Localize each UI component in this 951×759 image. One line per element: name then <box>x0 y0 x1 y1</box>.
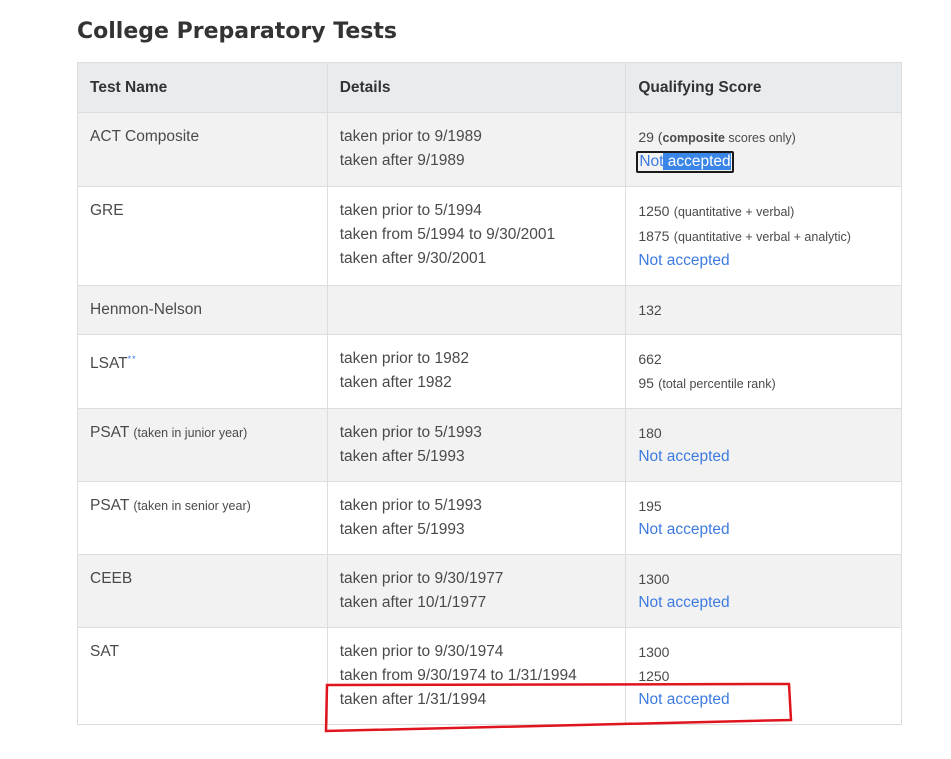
score-line: 195 <box>638 498 662 514</box>
test-name: Henmon-Nelson <box>90 301 202 318</box>
score-line: 1875 (quantitative + verbal + analytic) <box>638 228 851 244</box>
detail-line: taken prior to 5/1993 <box>339 424 482 441</box>
score-emphasis: composite <box>662 131 725 145</box>
score-line: 180 <box>638 425 662 441</box>
column-header-test-name: Test Name <box>77 62 328 113</box>
detail-line: taken after 9/30/2001 <box>339 250 487 267</box>
not-accepted-link[interactable]: Not accepted <box>638 591 889 615</box>
detail-line: taken after 10/1/1977 <box>339 594 487 611</box>
not-accepted-link[interactable]: Not accepted <box>638 518 889 542</box>
detail-line: taken after 5/1993 <box>339 448 465 465</box>
detail-line: taken prior to 9/30/1977 <box>339 570 504 587</box>
test-name: PSAT <box>90 497 130 514</box>
tests-table: Test Name Details Qualifying Score ACT C… <box>77 62 902 725</box>
table-row: PSAT (taken in junior year) taken prior … <box>77 408 902 482</box>
score-line: 1250 <box>638 668 670 684</box>
column-header-details: Details <box>326 62 627 113</box>
not-accepted-selected: Not accepted <box>636 150 889 174</box>
score-line: 29 (composite scores only) <box>638 129 796 145</box>
table-row: GRE taken prior to 5/1994 taken from 5/1… <box>77 186 902 286</box>
test-name-note: (taken in junior year) <box>133 426 248 440</box>
table-row: CEEB taken prior to 9/30/1977 taken afte… <box>77 554 902 628</box>
detail-line: taken prior to 9/1989 <box>339 128 482 145</box>
detail-line: taken from 9/30/1974 to 1/31/1994 <box>339 667 577 684</box>
table-row: ACT Composite taken prior to 9/1989 take… <box>77 112 902 187</box>
score-line: 1250 (quantitative + verbal) <box>638 203 795 219</box>
column-header-qualifying-score: Qualifying Score <box>625 62 902 113</box>
score-line: 1300 <box>638 571 670 587</box>
not-accepted-link[interactable]: Not accepted <box>638 688 889 712</box>
test-name: CEEB <box>90 570 133 587</box>
test-name: ACT Composite <box>90 128 200 145</box>
text-selection-highlight: accepted <box>663 153 731 170</box>
score-line: 1300 <box>638 644 670 660</box>
table-row: PSAT (taken in senior year) taken prior … <box>77 481 902 555</box>
test-name-note: (taken in senior year) <box>133 499 251 513</box>
detail-line: taken from 5/1994 to 9/30/2001 <box>339 226 556 243</box>
detail-line: taken after 1/31/1994 <box>339 691 487 708</box>
selected-text-box: Not accepted <box>636 151 734 173</box>
page-title: College Preparatory Tests <box>77 19 397 44</box>
table-row: SAT taken prior to 9/30/1974 taken from … <box>77 627 902 725</box>
table-row: Henmon-Nelson 132 <box>77 285 902 335</box>
not-accepted-link[interactable]: Not accepted <box>638 249 889 273</box>
detail-line: taken after 5/1993 <box>339 521 465 538</box>
detail-line: taken prior to 5/1994 <box>339 202 482 219</box>
footnote-marker-link[interactable]: ** <box>128 354 137 364</box>
detail-line: taken after 9/1989 <box>339 152 465 169</box>
score-line: 132 <box>638 302 662 318</box>
detail-line: taken after 1982 <box>339 374 452 391</box>
test-name: PSAT <box>90 424 130 441</box>
detail-line: taken prior to 1982 <box>339 350 469 367</box>
not-accepted-link[interactable]: Not accepted <box>638 445 889 469</box>
table-header-row: Test Name Details Qualifying Score <box>77 62 902 113</box>
detail-line: taken prior to 5/1993 <box>339 497 482 514</box>
test-name: GRE <box>90 202 124 219</box>
detail-line: taken prior to 9/30/1974 <box>339 643 504 660</box>
test-name: LSAT <box>90 355 128 373</box>
test-name: SAT <box>90 643 119 660</box>
page: College Preparatory Tests Test Name Deta… <box>0 0 951 759</box>
score-line: 95 (total percentile rank) <box>638 375 776 391</box>
table-row: LSAT** taken prior to 1982 taken after 1… <box>77 334 902 409</box>
score-line: 662 <box>638 351 662 367</box>
